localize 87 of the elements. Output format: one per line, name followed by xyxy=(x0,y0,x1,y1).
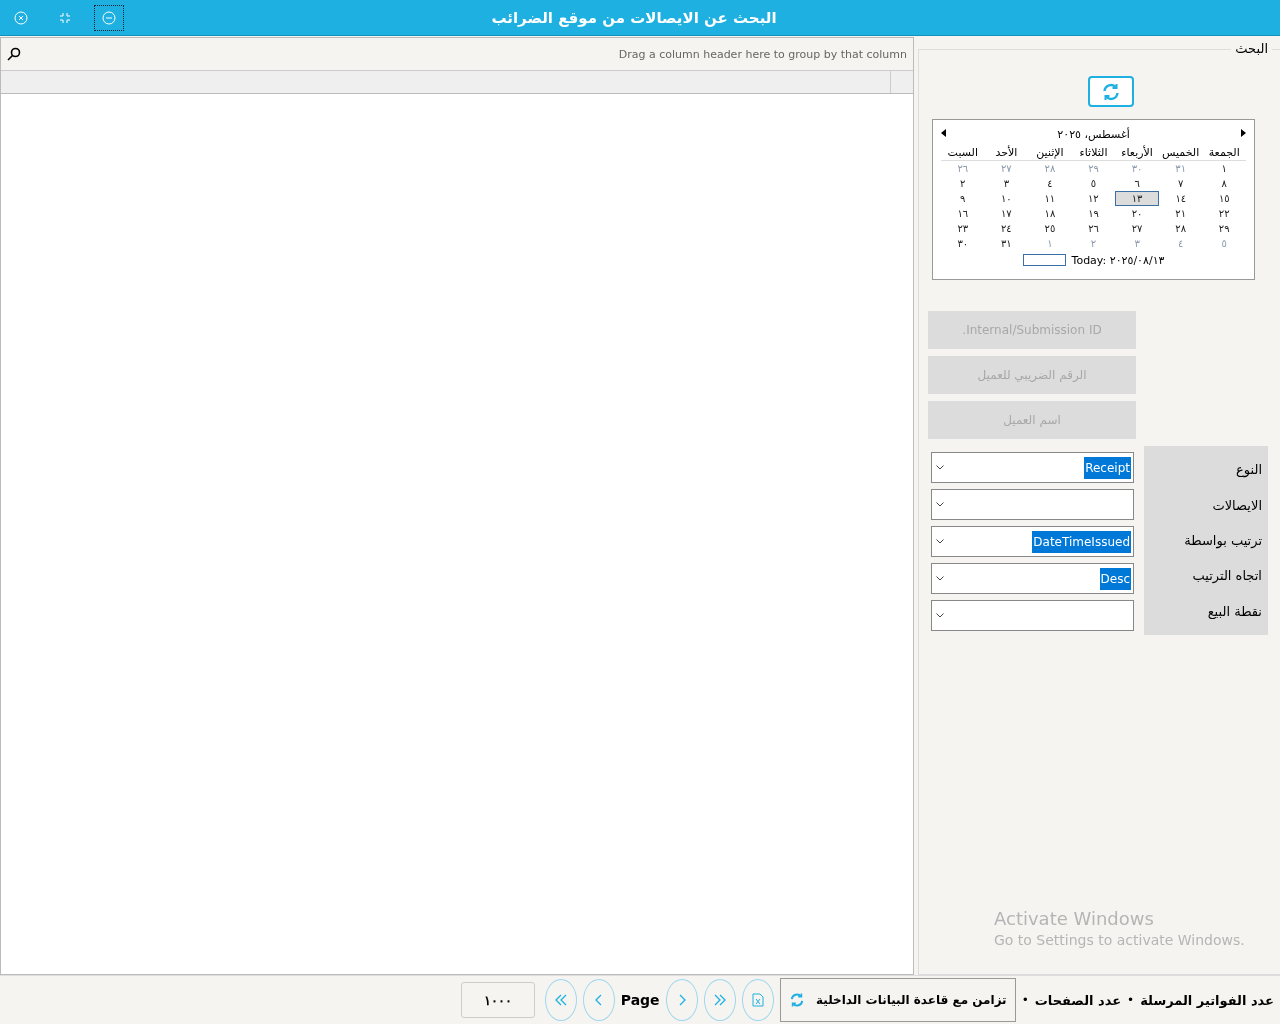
separator-dot: • xyxy=(1127,993,1135,1007)
sync-button[interactable]: تزامن مع قاعدة البيانات الداخلية xyxy=(779,978,1016,1022)
calendar-day[interactable]: ٢٧ xyxy=(1130,221,1144,236)
calendar-day[interactable]: ١٣ xyxy=(1115,191,1159,206)
weekday-label: الإثنين xyxy=(1035,145,1065,159)
today-marker xyxy=(1022,254,1066,266)
field-label: اتجاه الترتيب xyxy=(1192,568,1262,584)
caret-icon xyxy=(936,613,944,618)
calendar-day[interactable]: ٢٢ xyxy=(1217,206,1231,221)
page-size-field[interactable]: ١٠٠٠ xyxy=(460,982,535,1018)
calendar-day[interactable]: ٤ xyxy=(1046,176,1054,191)
calendar-day[interactable]: ٢٨ xyxy=(1174,221,1188,236)
calendar-day[interactable]: ٣٠ xyxy=(956,236,970,251)
close-icon xyxy=(14,10,28,25)
calendar-day[interactable]: ١٧ xyxy=(1000,206,1013,221)
calendar-day[interactable]: ١٤ xyxy=(1174,191,1188,206)
group-hint: Drag a column header here to group by that column xyxy=(618,47,907,61)
calendar-day[interactable]: ٢٥ xyxy=(1043,221,1057,236)
window-title: البحث عن الايصالات من موقع الضرائب xyxy=(490,8,778,27)
month-title: أغسطس، ٢٠٢٥ xyxy=(1057,127,1130,141)
calendar-day[interactable]: ٩ xyxy=(959,191,967,206)
calendar-day[interactable]: ١٢ xyxy=(1086,191,1100,206)
calendar-day[interactable]: ٧ xyxy=(1176,176,1185,191)
dropdown-value: Desc xyxy=(1099,567,1131,590)
weekday-label: الثلاثاء xyxy=(1078,145,1109,159)
minimize-icon xyxy=(102,10,116,25)
group-legend: البحث xyxy=(1231,41,1272,56)
caret-icon xyxy=(936,539,944,544)
calendar-day[interactable]: ٢٣ xyxy=(956,221,970,236)
calendar-day[interactable]: ٢٠ xyxy=(1130,206,1144,221)
calendar-day[interactable]: ٣ xyxy=(1002,176,1011,191)
calendar-day[interactable]: ٢٩ xyxy=(1217,221,1231,236)
dropdown[interactable] xyxy=(931,489,1134,520)
field-label: نقطة البيع xyxy=(1207,603,1262,619)
calendar-day[interactable]: ٢٤ xyxy=(1000,221,1013,236)
triangle-left-icon xyxy=(941,129,946,137)
weekday-label: السبت xyxy=(946,145,979,159)
status-label: عدد الفواتير المرسلة xyxy=(1140,992,1274,1008)
weekday-label: الجمعة xyxy=(1207,145,1241,159)
calendar-day[interactable]: ١٦ xyxy=(956,206,970,221)
calendar-day[interactable]: ١٥ xyxy=(1217,191,1231,206)
activation-hint: Go to Settings to activate Windows. xyxy=(994,932,1245,948)
dropdown-value: Receipt xyxy=(1084,456,1131,479)
caret-icon xyxy=(936,576,944,581)
dropdown[interactable]: DateTimeIssued xyxy=(931,526,1134,557)
weekday-label: الخميس xyxy=(1161,145,1201,159)
calendar-day[interactable]: ١٨ xyxy=(1043,206,1057,221)
status-label: عدد الصفحات xyxy=(1034,992,1122,1008)
dropdown[interactable] xyxy=(931,600,1134,631)
calendar-day[interactable]: ٣١ xyxy=(1000,236,1013,251)
dropdown[interactable]: Desc xyxy=(931,563,1134,594)
search-icon[interactable] xyxy=(7,47,21,61)
weekday-label: الأربعاء xyxy=(1120,145,1154,159)
calendar-day[interactable]: ٢ xyxy=(959,176,967,191)
calendar-day[interactable]: ١ xyxy=(1220,161,1228,176)
next-month-button[interactable] xyxy=(1241,129,1246,139)
collapse-icon xyxy=(59,11,71,24)
separator-dot: • xyxy=(1021,993,1029,1007)
field-label: ترتيب بواسطة xyxy=(1184,532,1262,548)
calendar-day[interactable]: ٥ xyxy=(1089,176,1098,191)
double-chevron-icon xyxy=(553,994,568,1006)
minimize-button[interactable] xyxy=(94,4,124,31)
refresh-icon xyxy=(1101,81,1121,102)
calendar-day[interactable]: ٦ xyxy=(1133,176,1141,191)
page-label: Page xyxy=(620,992,660,1008)
refresh-button[interactable] xyxy=(1088,76,1134,107)
caret-icon xyxy=(936,465,944,470)
chevron-icon xyxy=(593,994,604,1006)
calendar-day[interactable]: ٢١ xyxy=(1174,206,1188,221)
today-link[interactable]: Today: ٢٠٢٥/٠٨/١٣ xyxy=(1071,253,1165,267)
refresh-icon xyxy=(788,992,805,1008)
calendar-day[interactable]: ١١ xyxy=(1043,191,1057,206)
triangle-right-icon xyxy=(1241,129,1246,137)
field-label: النوع xyxy=(1236,462,1262,478)
caret-icon xyxy=(936,502,944,507)
prev-month-button[interactable] xyxy=(941,129,946,139)
excel-icon xyxy=(751,993,764,1007)
calendar-day[interactable]: ١٠ xyxy=(999,191,1013,206)
activation-title: Activate Windows xyxy=(994,908,1155,929)
calendar-day[interactable]: ٢٦ xyxy=(1087,221,1100,236)
dropdown-value: DateTimeIssued xyxy=(1032,530,1131,553)
dropdown[interactable]: Receipt xyxy=(931,452,1134,483)
calendar-day[interactable]: ٨ xyxy=(1220,176,1228,191)
field-label: الايصالات xyxy=(1212,497,1262,513)
weekday-label: الأحد xyxy=(994,145,1019,159)
double-chevron-icon xyxy=(712,994,727,1006)
calendar-day[interactable]: ١٩ xyxy=(1087,206,1100,221)
